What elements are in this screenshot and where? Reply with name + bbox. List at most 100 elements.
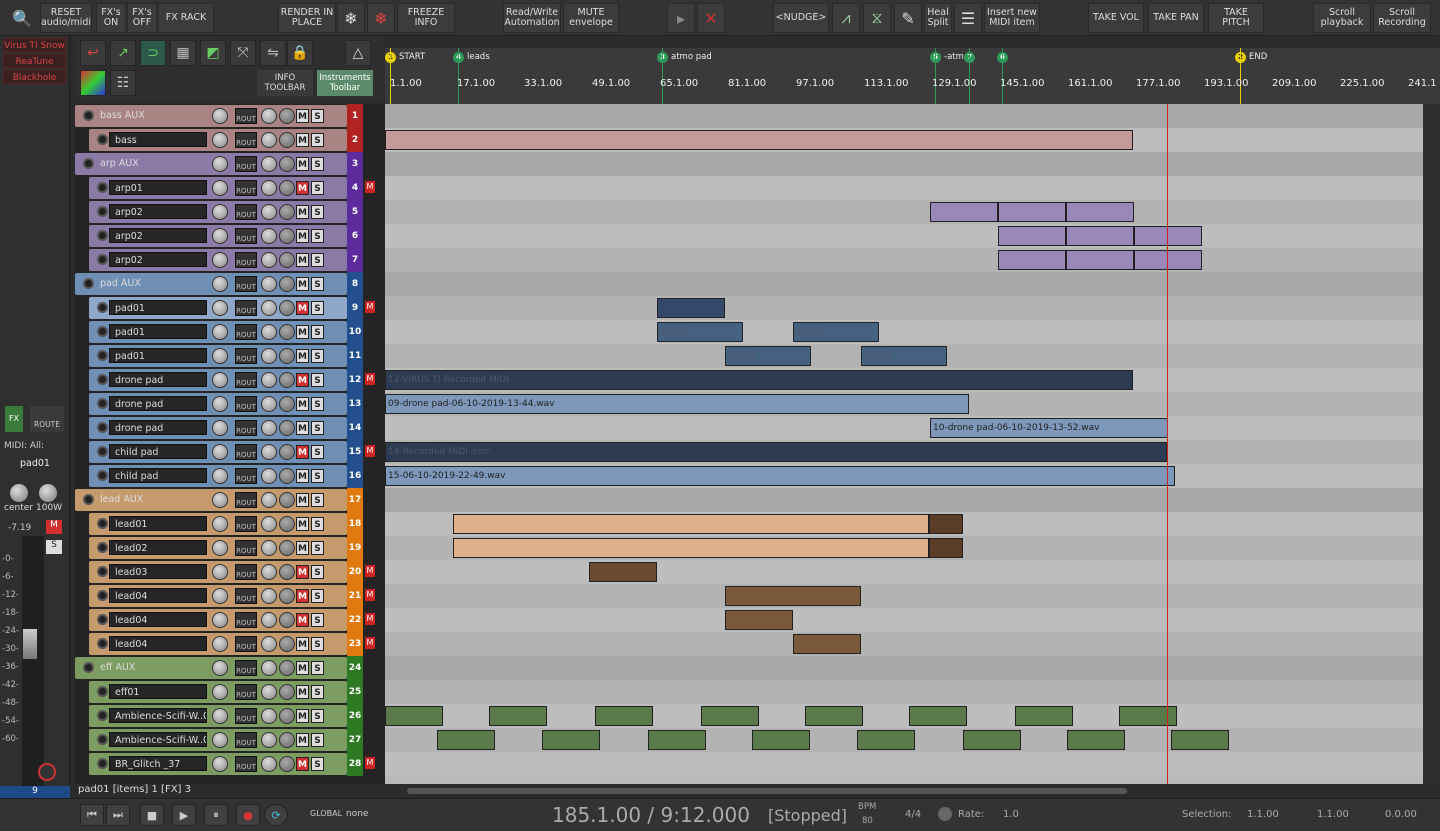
track-row[interactable]: lead01 ROUT M S 18 xyxy=(75,512,385,536)
width-knob[interactable] xyxy=(279,516,295,532)
solo-button[interactable]: S xyxy=(311,397,324,411)
media-item[interactable] xyxy=(725,610,793,630)
global-automation-label[interactable]: GLOBAL xyxy=(310,809,342,818)
solo-button[interactable]: S xyxy=(311,613,324,627)
route-button[interactable]: ROUT xyxy=(235,468,257,484)
track-lane[interactable] xyxy=(385,752,1423,776)
media-item[interactable] xyxy=(1066,250,1134,270)
volume-knob[interactable] xyxy=(212,540,228,556)
pan-knob[interactable] xyxy=(261,516,277,532)
media-item[interactable] xyxy=(752,730,810,750)
ripple-icon[interactable]: ↩ xyxy=(80,40,106,66)
media-item[interactable] xyxy=(998,226,1066,246)
power-icon[interactable] xyxy=(97,350,108,361)
route-button[interactable]: ROUT xyxy=(235,756,257,772)
mute-button[interactable]: M xyxy=(296,325,309,339)
width-knob[interactable] xyxy=(279,108,295,124)
power-icon[interactable] xyxy=(97,446,108,457)
power-icon[interactable] xyxy=(97,422,108,433)
solo-button[interactable]: S xyxy=(311,229,324,243)
track-row[interactable]: Ambience-Scifi-W..03 ROUT M S 27 xyxy=(75,728,385,752)
track-row[interactable]: pad01 ROUT M S 9 M xyxy=(75,296,385,320)
width-knob[interactable] xyxy=(279,372,295,388)
volume-knob[interactable] xyxy=(212,636,228,652)
volume-knob[interactable] xyxy=(212,180,228,196)
volume-knob[interactable] xyxy=(212,132,228,148)
route-button[interactable]: ROUT xyxy=(235,204,257,220)
solo-button[interactable]: S xyxy=(311,421,324,435)
mute-button[interactable]: M xyxy=(296,421,309,435)
media-item[interactable] xyxy=(657,298,725,318)
power-icon[interactable] xyxy=(97,470,108,481)
track-row[interactable]: pad01 ROUT M S 10 xyxy=(75,320,385,344)
fx-button[interactable]: FX xyxy=(5,406,23,432)
power-icon[interactable] xyxy=(83,278,94,289)
mute-button[interactable]: M xyxy=(296,157,309,171)
pan-knob[interactable] xyxy=(261,540,277,556)
track-row[interactable]: lead AUX ROUT M S 17 xyxy=(75,488,385,512)
route-button[interactable]: ROUT xyxy=(235,588,257,604)
track-name[interactable]: arp AUX xyxy=(95,156,207,171)
route-button[interactable]: ROUT xyxy=(235,564,257,580)
project-marker[interactable]: 6 xyxy=(997,51,1011,63)
mute-button[interactable]: M xyxy=(296,109,309,123)
track-row[interactable]: lead02 ROUT M S 19 xyxy=(75,536,385,560)
volume-knob[interactable] xyxy=(212,108,228,124)
track-row[interactable]: arp AUX ROUT M S 3 xyxy=(75,152,385,176)
track-name[interactable]: child pad xyxy=(109,444,207,459)
power-icon[interactable] xyxy=(97,542,108,553)
metronome-icon[interactable]: △ xyxy=(345,40,371,66)
width-knob[interactable] xyxy=(279,588,295,604)
selection-start[interactable]: 1.1.00 xyxy=(1247,809,1279,820)
power-icon[interactable] xyxy=(97,398,108,409)
power-icon[interactable] xyxy=(97,302,108,313)
width-knob[interactable] xyxy=(279,732,295,748)
width-knob[interactable] xyxy=(279,300,295,316)
track-row[interactable]: lead04 ROUT M S 23 M xyxy=(75,632,385,656)
item-delete-icon[interactable]: ✕ xyxy=(697,3,725,33)
go-start-icon[interactable]: ⏮ xyxy=(80,804,104,826)
track-row[interactable]: bass ROUT M S 2 xyxy=(75,128,385,152)
route-button[interactable]: ROUT xyxy=(235,300,257,316)
solo-button[interactable]: S xyxy=(311,517,324,531)
media-item[interactable] xyxy=(542,730,600,750)
track-row[interactable]: drone pad ROUT M S 14 xyxy=(75,416,385,440)
route-button[interactable]: ROUT xyxy=(235,516,257,532)
mute-button[interactable]: M xyxy=(296,517,309,531)
item-left-icon[interactable]: ▸ xyxy=(667,3,695,33)
scroll-thumb[interactable] xyxy=(407,788,1127,794)
selection-end[interactable]: 1.1.00 xyxy=(1317,809,1349,820)
solo-button[interactable]: S xyxy=(311,445,324,459)
solo-button[interactable]: S xyxy=(311,709,324,723)
power-icon[interactable] xyxy=(97,134,108,145)
width-knob[interactable] xyxy=(279,420,295,436)
route-button[interactable]: ROUT xyxy=(235,636,257,652)
volume-knob[interactable] xyxy=(212,228,228,244)
solo-button[interactable]: S xyxy=(311,277,324,291)
route-button[interactable]: ROUT xyxy=(235,348,257,364)
auto-crossfade-icon[interactable]: ⇋ xyxy=(260,40,286,66)
solo-button[interactable]: S xyxy=(311,469,324,483)
instruments-toolbar-button[interactable]: Instruments Toolbar xyxy=(317,70,373,96)
media-item[interactable] xyxy=(1134,226,1202,246)
media-item[interactable] xyxy=(701,706,759,726)
media-item[interactable]: 16-VII xyxy=(793,322,879,342)
position-display[interactable]: 185.1.00 / 9:12.000 xyxy=(552,803,750,827)
mute-button[interactable]: M xyxy=(296,301,309,315)
width-knob[interactable] xyxy=(279,468,295,484)
media-item[interactable]: 09-drone pad-06-10-2019-13-44.wav xyxy=(385,394,969,414)
track-row[interactable]: lead04 ROUT M S 22 M xyxy=(75,608,385,632)
power-icon[interactable] xyxy=(83,662,94,673)
media-item[interactable] xyxy=(453,514,929,534)
solo-button[interactable]: S xyxy=(311,565,324,579)
volume-knob[interactable] xyxy=(212,156,228,172)
media-item[interactable] xyxy=(1134,250,1202,270)
power-icon[interactable] xyxy=(83,158,94,169)
pan-knob[interactable] xyxy=(261,468,277,484)
solo-button[interactable]: S xyxy=(311,733,324,747)
width-knob[interactable] xyxy=(279,636,295,652)
track-lane[interactable] xyxy=(385,296,1423,320)
media-item[interactable] xyxy=(489,706,547,726)
track-name[interactable]: drone pad xyxy=(109,420,207,435)
track-row[interactable]: bass AUX ROUT M S 1 xyxy=(75,104,385,128)
